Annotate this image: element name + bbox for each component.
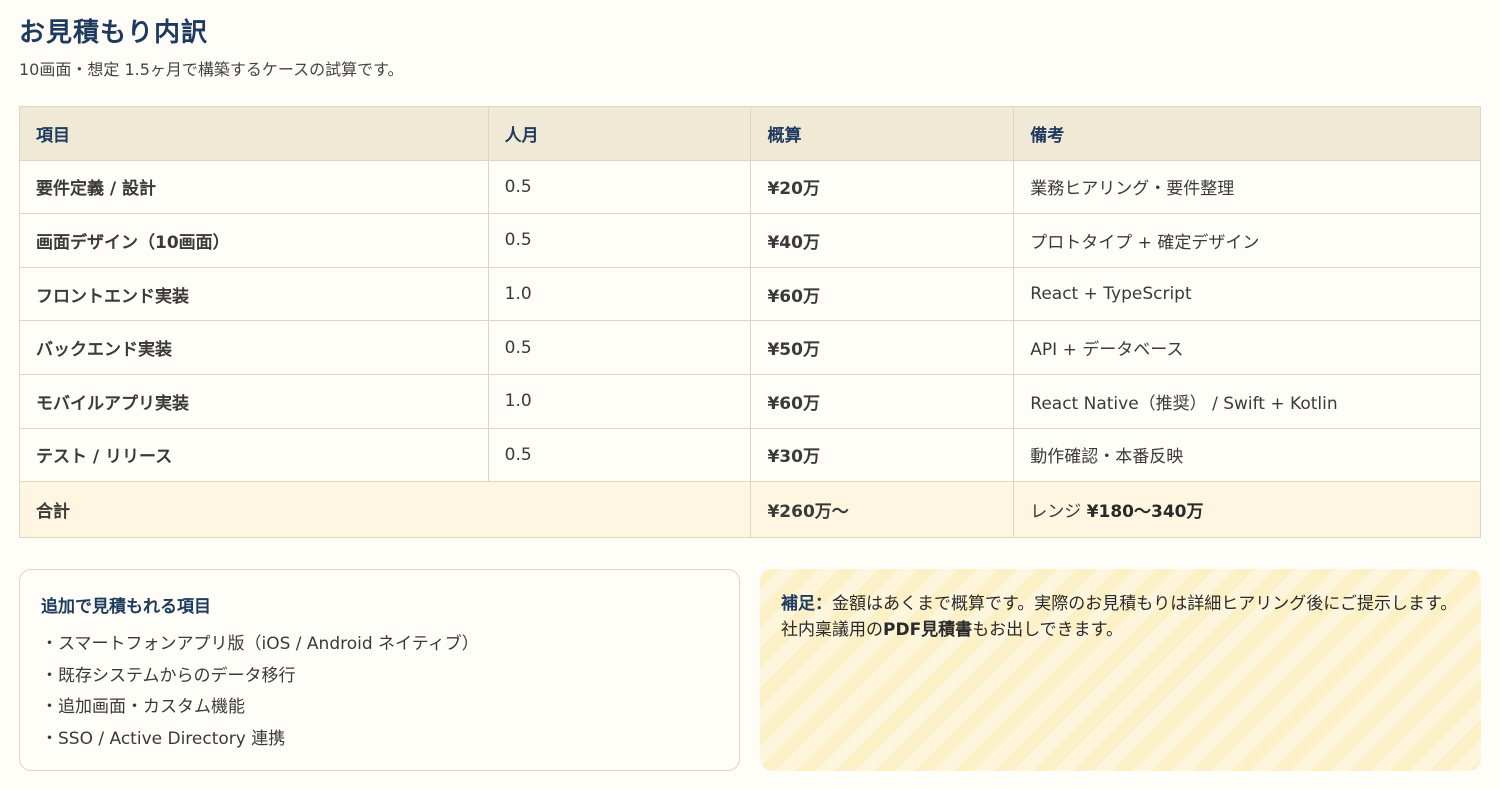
- total-range-prefix: レンジ: [1030, 502, 1087, 523]
- row-note: プロトタイプ + 確定デザイン: [1013, 213, 1481, 268]
- row-item: 画面デザイン（10画面）: [19, 213, 489, 268]
- row-amount: ¥60万: [750, 373, 1015, 429]
- page-subtitle: 10画面・想定 1.5ヶ月で構築するケースの試算です。: [19, 60, 404, 79]
- column-header-note: 備考: [1013, 106, 1481, 161]
- row-item: モバイルアプリ実装: [19, 373, 489, 429]
- row-months: 0.5: [487, 213, 752, 268]
- column-header-months: 人月: [487, 106, 752, 161]
- row-months: 0.5: [487, 427, 752, 483]
- additional-items-card: 追加で見積もれる項目 ・スマートフォンアプリ版（iOS / Android ネイ…: [19, 569, 740, 771]
- table-row: モバイルアプリ実装 1.0 ¥60万 React Native（推奨） / Sw…: [19, 373, 1481, 429]
- row-item: フロントエンド実装: [19, 266, 489, 322]
- row-note: API + データベース: [1013, 320, 1481, 375]
- table-row: バックエンド実装 0.5 ¥50万 API + データベース: [19, 320, 1481, 375]
- total-range-value: ¥180〜340万: [1086, 502, 1204, 523]
- row-months: 0.5: [487, 159, 752, 215]
- column-header-item: 項目: [19, 106, 489, 161]
- note-text-2-post: もお出しできます。: [972, 620, 1123, 640]
- table-header-row: 項目 人月 概算 備考: [19, 106, 1481, 161]
- row-note: 動作確認・本番反映: [1013, 427, 1481, 483]
- row-amount: ¥20万: [750, 159, 1015, 215]
- row-item: バックエンド実装: [19, 320, 489, 375]
- row-months: 0.5: [487, 320, 752, 375]
- row-note: React Native（推奨） / Swift + Kotlin: [1013, 373, 1481, 429]
- note-lead: 補足：: [781, 594, 832, 614]
- table-row: テスト / リリース 0.5 ¥30万 動作確認・本番反映: [19, 427, 1481, 483]
- list-item: ・追加画面・カスタム機能: [41, 697, 245, 717]
- supplementary-note-card: 補足：金額はあくまで概算です。実際のお見積もりは詳細ヒアリング後にご提示します。…: [760, 569, 1481, 771]
- row-months: 1.0: [487, 266, 752, 322]
- additional-items-list: ・スマートフォンアプリ版（iOS / Android ネイティブ） ・既存システ…: [41, 629, 718, 755]
- list-item: ・既存システムからのデータ移行: [41, 665, 296, 686]
- total-label: 合計: [18, 481, 752, 539]
- row-note: React + TypeScript: [1013, 266, 1481, 322]
- column-header-amount: 概算: [750, 106, 1015, 161]
- note-line-2: 社内稟議用のPDF見積書もお出しできます。: [781, 617, 1460, 643]
- note-text-1: 金額はあくまで概算です。実際のお見積もりは詳細ヒアリング後にご提示します。: [832, 594, 1458, 614]
- note-text-2-pre: 社内稟議用の: [781, 620, 883, 640]
- total-amount: ¥260万〜: [750, 481, 1015, 539]
- row-item: 要件定義 / 設計: [19, 159, 489, 215]
- row-item: テスト / リリース: [19, 427, 489, 483]
- additional-items-heading: 追加で見積もれる項目: [41, 597, 211, 617]
- row-amount: ¥60万: [750, 266, 1015, 322]
- row-amount: ¥50万: [750, 320, 1015, 375]
- list-item: ・SSO / Active Directory 連携: [41, 728, 286, 749]
- estimate-table: 項目 人月 概算 備考 要件定義 / 設計 0.5 ¥20万 業務ヒアリング・要…: [18, 106, 1481, 539]
- table-row: 画面デザイン（10画面） 0.5 ¥40万 プロトタイプ + 確定デザイン: [19, 213, 1481, 268]
- pdf-estimate-label: PDF見積書: [883, 620, 973, 640]
- page-title: お見積もり内訳: [19, 18, 209, 48]
- note-line-1: 補足：金額はあくまで概算です。実際のお見積もりは詳細ヒアリング後にご提示します。: [781, 591, 1460, 617]
- row-months: 1.0: [487, 373, 752, 429]
- table-row: 要件定義 / 設計 0.5 ¥20万 業務ヒアリング・要件整理: [19, 159, 1481, 215]
- total-range: レンジ ¥180〜340万: [1013, 481, 1481, 539]
- total-row: 合計 ¥260万〜 レンジ ¥180〜340万: [18, 481, 1481, 539]
- row-amount: ¥30万: [750, 427, 1015, 483]
- row-amount: ¥40万: [750, 213, 1015, 268]
- list-item: ・スマートフォンアプリ版（iOS / Android ネイティブ）: [41, 634, 479, 654]
- row-note: 業務ヒアリング・要件整理: [1013, 159, 1481, 215]
- table-row: フロントエンド実装 1.0 ¥60万 React + TypeScript: [19, 266, 1481, 322]
